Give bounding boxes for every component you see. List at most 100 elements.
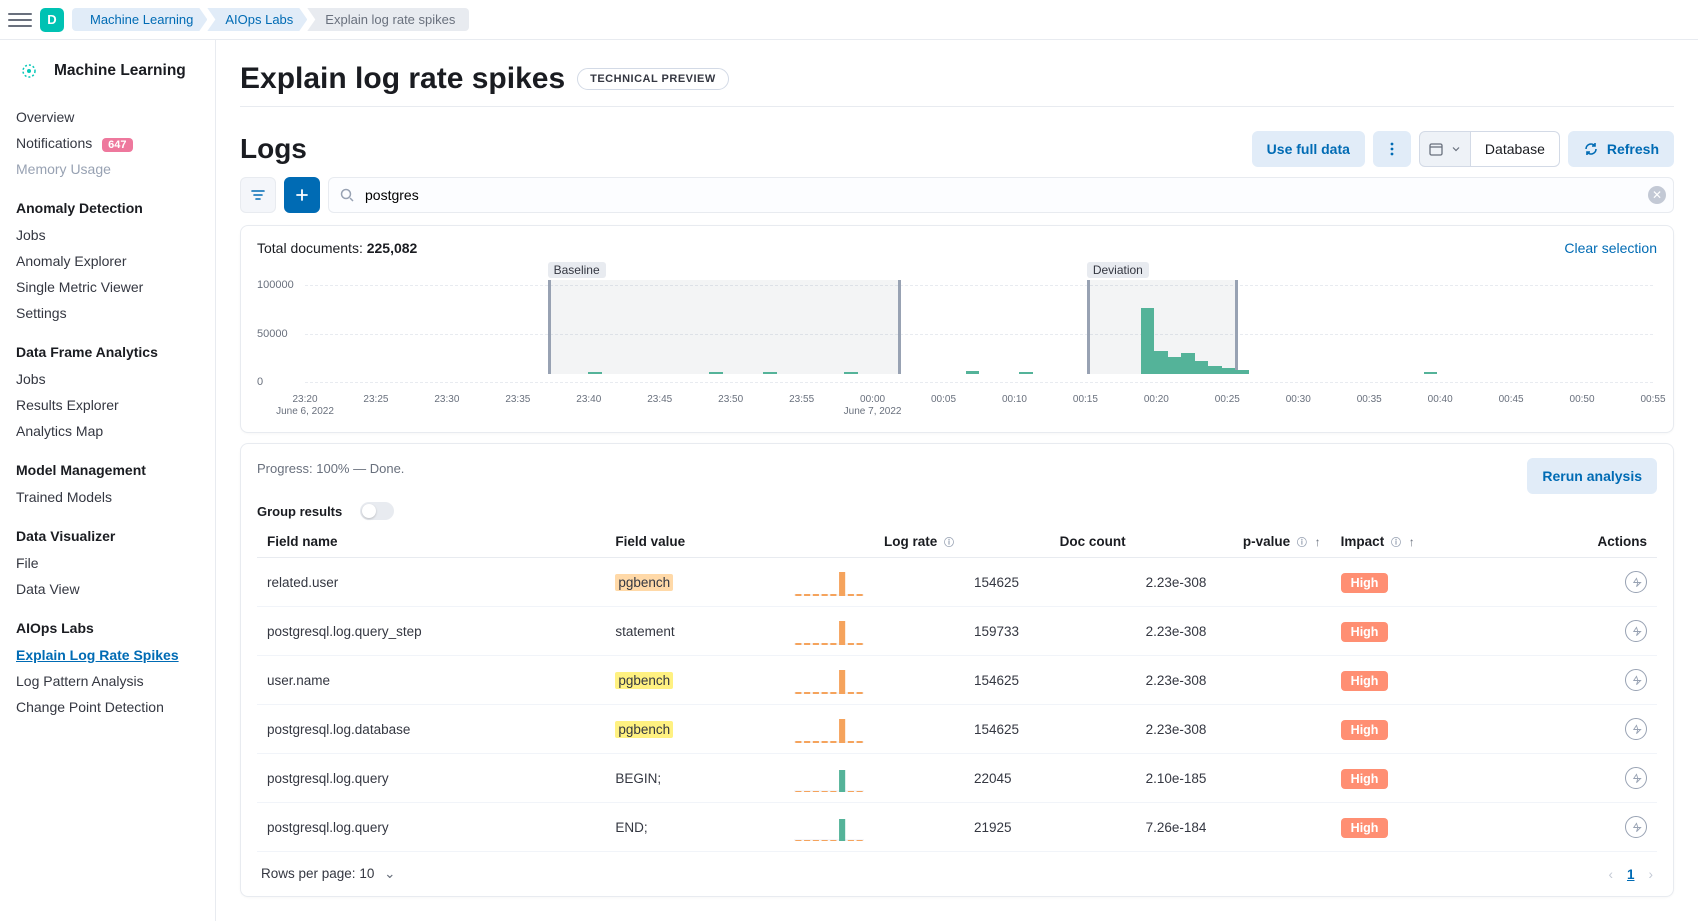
- row-action-button[interactable]: [1625, 767, 1647, 789]
- sidebar-item-overview[interactable]: Overview: [16, 104, 199, 130]
- table-row[interactable]: postgresql.log.queryEND;219257.26e-184Hi…: [257, 803, 1657, 852]
- row-action-button[interactable]: [1625, 718, 1647, 740]
- row-action-button[interactable]: [1625, 571, 1647, 593]
- row-action-button[interactable]: [1625, 620, 1647, 642]
- sidebar-item[interactable]: Jobs: [16, 366, 199, 392]
- table-row[interactable]: postgresql.log.query_stepstatement159733…: [257, 607, 1657, 656]
- group-results-toggle[interactable]: [360, 502, 394, 520]
- info-icon: ⓘ: [944, 538, 954, 549]
- cell-impact: High: [1331, 558, 1519, 607]
- table-row[interactable]: user.namepgbench1546252.23e-308High: [257, 656, 1657, 705]
- sidebar-item[interactable]: Log Pattern Analysis: [16, 668, 199, 694]
- sidebar-item[interactable]: Jobs: [16, 222, 199, 248]
- search-input[interactable]: [328, 177, 1674, 213]
- options-button[interactable]: [1373, 131, 1411, 167]
- cell-p-value: 2.23e-308: [1136, 656, 1331, 705]
- histogram-bar: [1208, 366, 1221, 374]
- refresh-button[interactable]: Refresh: [1568, 131, 1674, 167]
- sidebar-item[interactable]: Analytics Map: [16, 418, 199, 444]
- add-filter-button[interactable]: [284, 177, 320, 213]
- use-full-data-button[interactable]: Use full data: [1252, 131, 1365, 167]
- datasource-label[interactable]: Database: [1471, 131, 1560, 167]
- cell-doc-count: 159733: [964, 607, 1136, 656]
- sidebar-item[interactable]: Trained Models: [16, 484, 199, 510]
- impact-badge: High: [1341, 818, 1389, 838]
- hamburger-menu[interactable]: [8, 8, 32, 32]
- sidebar-item[interactable]: Data View: [16, 576, 199, 602]
- tech-preview-badge: TECHNICAL PREVIEW: [577, 68, 729, 90]
- table-row[interactable]: postgresql.log.queryBEGIN;220452.10e-185…: [257, 754, 1657, 803]
- filter-button[interactable]: [240, 177, 276, 213]
- clear-search-button[interactable]: ✕: [1648, 186, 1666, 204]
- col-label: Log rate: [884, 534, 937, 549]
- sidebar-item[interactable]: Explain Log Rate Spikes: [16, 642, 199, 668]
- xtick: 00:05: [931, 394, 956, 406]
- calendar-icon: [1428, 141, 1444, 157]
- pager-prev[interactable]: ‹: [1608, 867, 1613, 882]
- datasource-picker: Database: [1419, 131, 1560, 167]
- space-badge[interactable]: D: [40, 8, 64, 32]
- col-impact[interactable]: Impact ⓘ ↑: [1331, 526, 1519, 558]
- clear-selection-link[interactable]: Clear selection: [1564, 240, 1657, 256]
- histogram-bar: [709, 372, 722, 374]
- cell-impact: High: [1331, 754, 1519, 803]
- sidebar-item-memory-usage[interactable]: Memory Usage: [16, 156, 199, 182]
- sidebar-item[interactable]: Anomaly Explorer: [16, 248, 199, 274]
- topbar: D Machine Learning AIOps Labs Explain lo…: [0, 0, 1698, 40]
- col-log-rate[interactable]: Log rate ⓘ: [784, 526, 964, 558]
- col-field-value[interactable]: Field value: [605, 526, 784, 558]
- sidebar-item[interactable]: Results Explorer: [16, 392, 199, 418]
- rerun-analysis-button[interactable]: Rerun analysis: [1527, 458, 1657, 494]
- table-row[interactable]: related.userpgbench1546252.23e-308High: [257, 558, 1657, 607]
- xtick: 23:50: [718, 394, 743, 406]
- xtick: 00:40: [1428, 394, 1453, 406]
- rows-per-page[interactable]: Rows per page: 10 ⌄: [261, 866, 395, 882]
- col-actions: Actions: [1518, 526, 1657, 558]
- histogram-chart[interactable]: 100000 50000 0 BaselineDeviation: [305, 262, 1653, 392]
- sidebar-item-notifications[interactable]: Notifications 647: [16, 130, 199, 156]
- pager-next[interactable]: ›: [1649, 867, 1654, 882]
- deviation-label: Deviation: [1087, 262, 1149, 278]
- xtick: 23:20June 6, 2022: [276, 394, 334, 418]
- xtick: 00:55: [1640, 394, 1665, 406]
- cell-doc-count: 21925: [964, 803, 1136, 852]
- col-field-name[interactable]: Field name: [257, 526, 605, 558]
- results-table: Field name Field value Log rate ⓘ Doc co…: [257, 526, 1657, 852]
- histogram-bar: [1181, 353, 1194, 374]
- sidebar-item[interactable]: Change Point Detection: [16, 694, 199, 720]
- breadcrumb-section[interactable]: AIOps Labs: [207, 8, 307, 31]
- xtick: 23:30: [434, 394, 459, 406]
- col-doc-count[interactable]: Doc count: [964, 526, 1136, 558]
- sidebar-item[interactable]: Single Metric Viewer: [16, 274, 199, 300]
- row-action-button[interactable]: [1625, 816, 1647, 838]
- pager-page-1[interactable]: 1: [1627, 867, 1635, 882]
- sidebar-heading: Data Frame Analytics: [16, 344, 199, 360]
- cell-actions: [1518, 754, 1657, 803]
- histogram-bar: [1019, 372, 1032, 374]
- sidebar-item[interactable]: Settings: [16, 300, 199, 326]
- cell-doc-count: 22045: [964, 754, 1136, 803]
- row-action-button[interactable]: [1625, 669, 1647, 691]
- table-row[interactable]: postgresql.log.databasepgbench1546252.23…: [257, 705, 1657, 754]
- ytick: 0: [257, 376, 263, 388]
- info-icon: ⓘ: [1297, 538, 1307, 549]
- xtick: 23:35: [505, 394, 530, 406]
- xtick: 00:15: [1073, 394, 1098, 406]
- page-title: Explain log rate spikes: [240, 62, 565, 96]
- sidebar-item[interactable]: File: [16, 550, 199, 576]
- cell-field-value: pgbench: [605, 705, 784, 754]
- col-p-value[interactable]: p-value ⓘ ↑: [1136, 526, 1331, 558]
- notifications-badge: 647: [102, 138, 132, 152]
- xtick: 00:35: [1357, 394, 1382, 406]
- info-icon: ⓘ: [1391, 538, 1401, 549]
- refresh-icon: [1583, 141, 1599, 157]
- filter-icon: [250, 187, 266, 203]
- cell-p-value: 2.23e-308: [1136, 558, 1331, 607]
- ml-app-icon: [16, 58, 42, 84]
- histogram-bar: [966, 371, 979, 374]
- breadcrumb-root[interactable]: Machine Learning: [72, 8, 207, 31]
- histogram-card: Total documents: 225,082 Clear selection…: [240, 225, 1674, 433]
- sidebar-heading: Model Management: [16, 462, 199, 478]
- datasource-picker-icon-button[interactable]: [1419, 131, 1471, 167]
- histogram-bar: [1141, 308, 1154, 374]
